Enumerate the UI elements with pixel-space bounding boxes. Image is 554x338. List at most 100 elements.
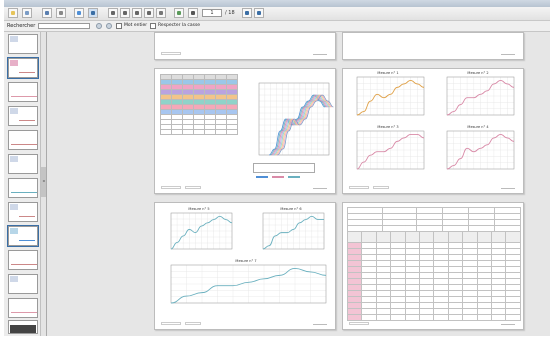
chart-measure-5-svg bbox=[170, 212, 233, 250]
main-toolbar: 1 / 18 bbox=[4, 7, 550, 21]
whole-word-label: Mot entier bbox=[124, 23, 148, 28]
prev-page-icon[interactable] bbox=[120, 8, 130, 18]
search-next-icon[interactable] bbox=[106, 23, 112, 29]
next-page-icon[interactable] bbox=[132, 8, 142, 18]
chart-measure-5: Mesure n° 5 bbox=[163, 207, 235, 255]
page-number bbox=[313, 185, 327, 189]
chart-measure-1: Mesure n° 1 bbox=[349, 71, 427, 121]
page-number bbox=[313, 321, 327, 325]
folder-open-icon[interactable] bbox=[8, 8, 18, 18]
page-footer-2 bbox=[185, 322, 201, 325]
legend-swatch bbox=[272, 176, 284, 178]
chart-measure-4: Mesure n° 4 bbox=[439, 125, 517, 175]
chart-measure-7-svg bbox=[170, 264, 327, 304]
chart-measure-7: Mesure n° 7 bbox=[163, 259, 329, 309]
chart-measure-3: Mesure n° 3 bbox=[349, 125, 427, 175]
results-table bbox=[346, 231, 521, 321]
thumbnail-page-5[interactable] bbox=[8, 130, 38, 150]
chart-measure-2-svg bbox=[446, 76, 515, 116]
document-view: Mesure n° 1 Mesure n° 2 Mesure n° 3 Mesu… bbox=[47, 32, 550, 336]
search-label: Rechercher bbox=[7, 23, 36, 29]
thumbnail-chart bbox=[11, 182, 37, 193]
chart-measure-1-svg bbox=[356, 76, 425, 116]
thumbnail-table bbox=[10, 204, 18, 210]
thumbnail-page-2[interactable] bbox=[7, 57, 39, 79]
thumbnail-table bbox=[10, 325, 36, 333]
thumbnail-chart bbox=[11, 254, 37, 265]
page-footer bbox=[161, 186, 181, 189]
page-3: Mesure n° 1 Mesure n° 2 Mesure n° 3 Mesu… bbox=[342, 68, 524, 194]
page-footer bbox=[349, 186, 369, 189]
first-page-icon[interactable] bbox=[108, 8, 118, 18]
thumbnail-page-3[interactable] bbox=[8, 82, 38, 102]
thumbnail-table bbox=[10, 36, 18, 42]
thumbnail-chart bbox=[19, 206, 35, 217]
nav-next-icon[interactable] bbox=[242, 8, 252, 18]
title-bar bbox=[4, 0, 550, 7]
fit-page-icon[interactable] bbox=[88, 8, 98, 18]
page-number bbox=[501, 321, 515, 325]
thumbnail-page-13[interactable] bbox=[8, 320, 38, 334]
zoom-icon[interactable] bbox=[56, 8, 66, 18]
thumbnail-panel: ◂ bbox=[4, 32, 47, 336]
page-1b bbox=[342, 32, 524, 60]
thumbnail-page-1[interactable] bbox=[8, 34, 38, 54]
chart-measure-2: Mesure n° 2 bbox=[439, 71, 517, 121]
page-number bbox=[501, 185, 515, 189]
chart-measure-3-svg bbox=[356, 130, 425, 170]
search-prev-icon[interactable] bbox=[96, 23, 102, 29]
app-window: 1 / 18 Rechercher Mot entier Respecter l… bbox=[4, 0, 550, 336]
page-2 bbox=[154, 68, 336, 194]
nav-last-icon[interactable] bbox=[254, 8, 264, 18]
thumbnail-page-11[interactable] bbox=[8, 274, 38, 294]
overlay-chart bbox=[253, 79, 334, 161]
info-table bbox=[347, 207, 521, 232]
chart-measure-4-svg bbox=[446, 130, 515, 170]
thumbnail-page-7[interactable] bbox=[8, 178, 38, 198]
refresh-icon[interactable] bbox=[174, 8, 184, 18]
whole-word-checkbox[interactable] bbox=[116, 23, 122, 29]
grid-icon[interactable] bbox=[74, 8, 84, 18]
page-footer bbox=[349, 322, 369, 325]
thumbnail-table bbox=[10, 60, 18, 66]
search-input[interactable] bbox=[38, 23, 90, 29]
page-footer-2 bbox=[373, 186, 389, 189]
thumbnail-table bbox=[10, 276, 18, 282]
page-number-input[interactable]: 1 bbox=[202, 9, 222, 17]
page-1 bbox=[154, 32, 336, 60]
page-5 bbox=[342, 202, 524, 330]
nav-first-icon[interactable] bbox=[188, 8, 198, 18]
page-number bbox=[501, 51, 515, 55]
edit-icon[interactable] bbox=[22, 8, 32, 18]
match-case-checkbox[interactable] bbox=[150, 23, 156, 29]
thumbnail-page-8[interactable] bbox=[8, 202, 38, 222]
chart-measure-6-svg bbox=[262, 212, 325, 250]
legend-swatch bbox=[256, 176, 268, 178]
thumbnail-page-4[interactable] bbox=[8, 106, 38, 126]
thumbnail-page-12[interactable] bbox=[8, 298, 38, 318]
thumbnail-table bbox=[10, 156, 18, 162]
overlay-chart-svg bbox=[258, 82, 334, 156]
page-4: Mesure n° 5 Mesure n° 6 Mesure n° 7 bbox=[154, 202, 336, 330]
thumbnail-chart bbox=[19, 62, 35, 73]
thumbnail-chart bbox=[11, 86, 37, 97]
thumbnail-page-10[interactable] bbox=[8, 250, 38, 270]
collapse-arrow-icon[interactable]: ◂ bbox=[41, 178, 46, 183]
search-bar: Rechercher Mot entier Respecter la casse bbox=[4, 21, 550, 32]
thumbnail-chart bbox=[11, 302, 37, 313]
thumbnail-chart bbox=[19, 230, 35, 241]
measurement-table bbox=[160, 74, 238, 135]
last-page-icon[interactable] bbox=[144, 8, 154, 18]
page-number bbox=[313, 51, 327, 55]
chart-legend bbox=[253, 163, 315, 178]
thumbnail-scrollbar[interactable]: ◂ bbox=[40, 32, 46, 336]
thumbnail-page-9[interactable] bbox=[7, 225, 39, 247]
save-icon[interactable] bbox=[42, 8, 52, 18]
thumbnail-table bbox=[10, 108, 18, 114]
legend-swatch bbox=[288, 176, 300, 178]
page-footer bbox=[161, 52, 181, 55]
magnifier-icon[interactable] bbox=[156, 8, 166, 18]
thumbnail-chart bbox=[11, 134, 37, 145]
page-footer bbox=[161, 322, 181, 325]
thumbnail-page-6[interactable] bbox=[8, 154, 38, 174]
